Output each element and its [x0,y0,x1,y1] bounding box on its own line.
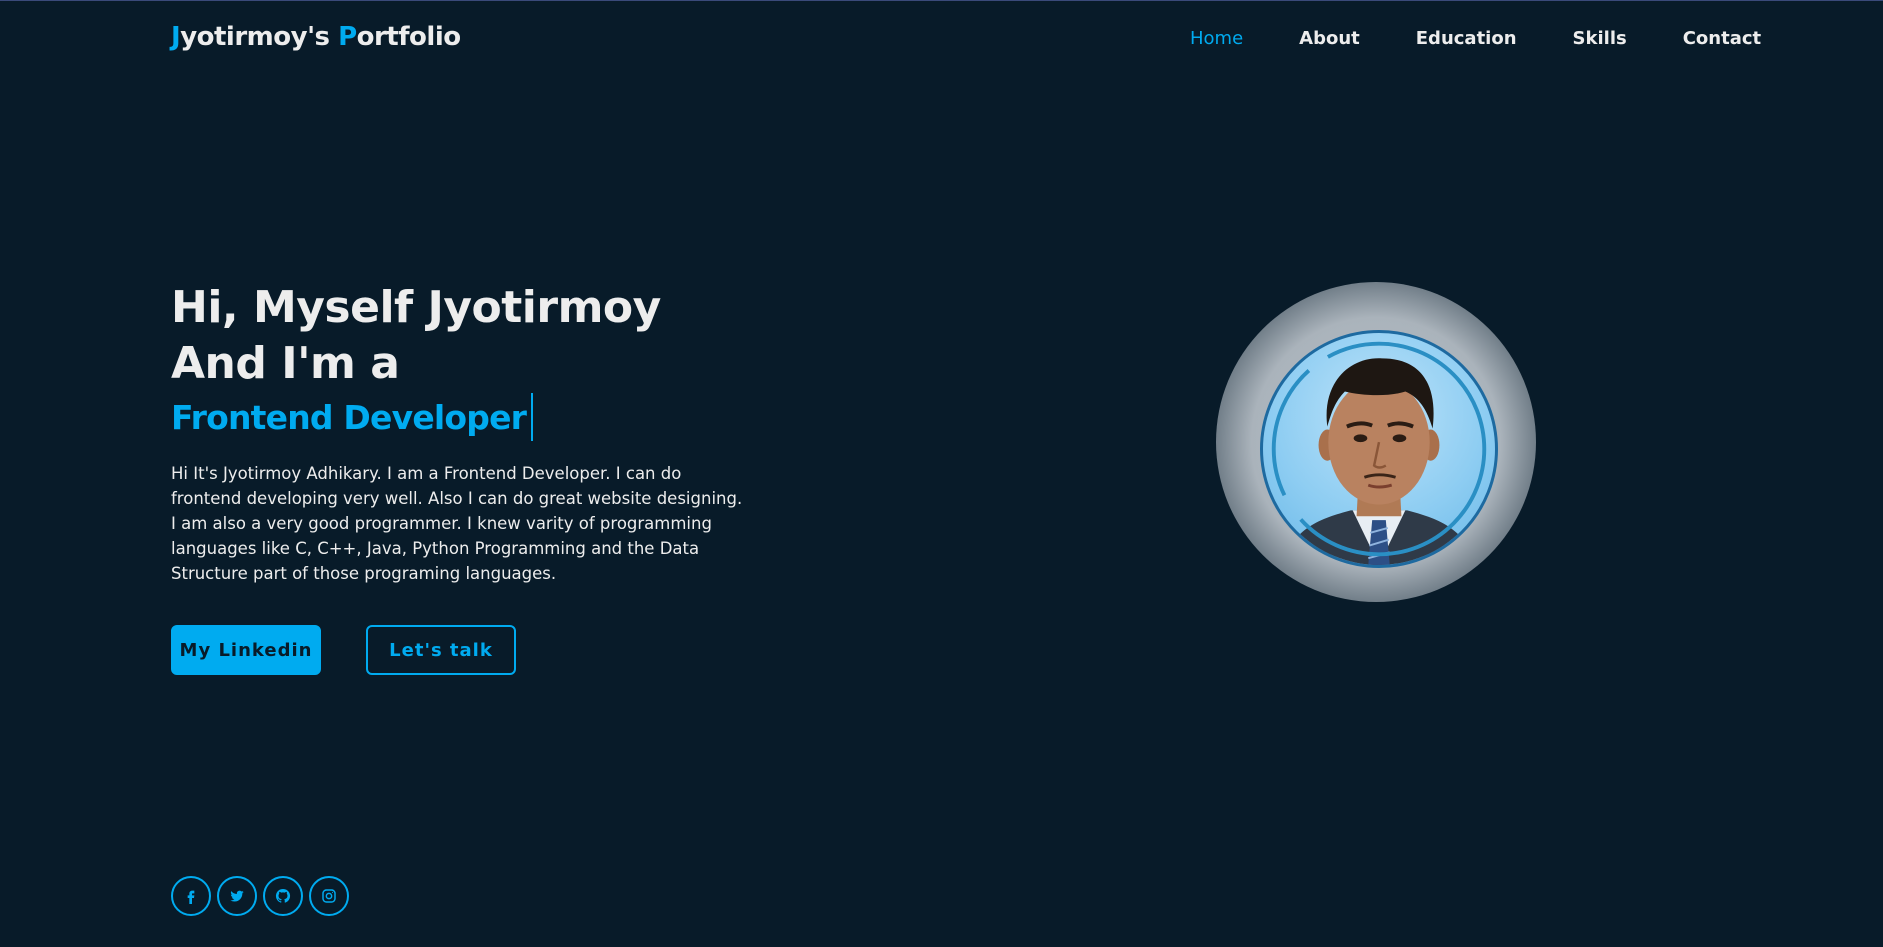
hero-role: Frontend Developer [171,397,527,437]
nav-home[interactable]: Home [1190,28,1243,49]
nav-about[interactable]: About [1299,28,1360,49]
facebook-icon [187,890,195,904]
hero-heading-line-1: Hi, Myself Jyotirmoy [171,282,661,333]
nav-contact[interactable]: Contact [1683,28,1761,49]
logo-initial-j: J [171,22,181,52]
profile-photo [1260,330,1498,568]
twitter-link[interactable] [217,876,257,916]
site-header: Jyotirmoy's Portfolio Home About Educati… [0,0,1883,80]
linkedin-button[interactable]: My Linkedin [171,625,321,675]
twitter-icon [230,890,244,902]
instagram-link[interactable] [309,876,349,916]
site-logo[interactable]: Jyotirmoy's Portfolio [171,22,461,52]
instagram-icon [322,889,336,903]
hero-role-line: Frontend Developer [171,393,534,441]
lets-talk-button[interactable]: Let's talk [366,625,516,675]
logo-text-2: ortfolio [356,22,461,52]
typing-caret [531,393,534,441]
hero-heading: Hi, Myself Jyotirmoy And I'm a [171,280,661,392]
facebook-link[interactable] [171,876,211,916]
nav-skills[interactable]: Skills [1573,28,1627,49]
logo-initial-p: P [338,22,357,52]
hero-heading-line-2: And I'm a [171,338,400,389]
main-nav: Home About Education Skills Contact [1190,28,1761,49]
github-icon [275,888,291,903]
github-link[interactable] [263,876,303,916]
hero-bio: Hi It's Jyotirmoy Adhikary. I am a Front… [171,464,743,583]
profile-portrait-image [1271,341,1487,565]
nav-education[interactable]: Education [1416,28,1517,49]
social-links [171,876,355,916]
logo-text-1: yotirmoy's [180,22,339,52]
